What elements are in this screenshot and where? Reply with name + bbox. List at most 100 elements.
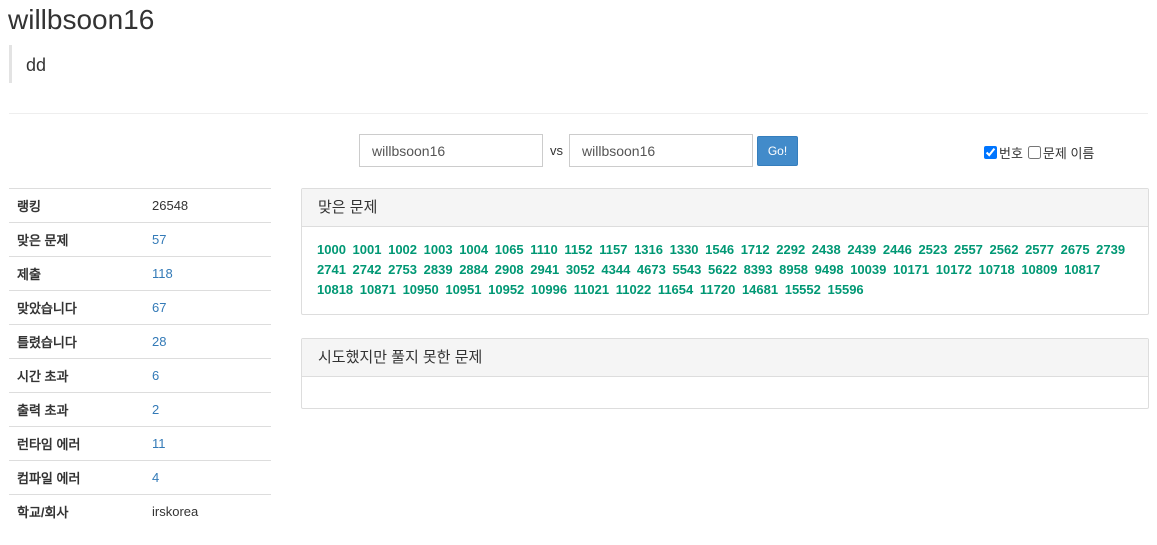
vs-label: vs [550,143,563,158]
compare-left-input[interactable] [359,134,543,167]
problem-link[interactable]: 10718 [979,262,1015,277]
failed-problem-list [302,377,1148,408]
stats-row: 출력 초과 2 [9,392,271,427]
stats-value: 26548 [144,188,271,223]
stats-value[interactable]: 11 [144,426,271,461]
failed-problems-panel: 시도했지만 풀지 못한 문제 [301,338,1149,409]
solved-problem-list: 1000 1001 1002 1003 1004 1065 1110 1152 … [302,227,1148,314]
stats-row: 컴파일 에러 4 [9,460,271,495]
problem-link[interactable]: 2753 [388,262,417,277]
problem-link[interactable]: 2446 [883,242,912,257]
number-option-label: 번호 [999,146,1023,161]
problem-link[interactable]: 2884 [459,262,488,277]
divider [9,113,1148,114]
problem-link[interactable]: 2577 [1025,242,1054,257]
problem-link[interactable]: 4673 [637,262,666,277]
problem-link[interactable]: 1002 [388,242,417,257]
stats-row: 제출 118 [9,256,271,291]
problem-link[interactable]: 1152 [564,242,592,257]
problem-link[interactable]: 11022 [616,282,651,297]
problem-link[interactable]: 10039 [850,262,886,277]
stats-row: 학교/회사 irskorea [9,494,271,529]
problem-link[interactable]: 2839 [424,262,453,277]
problem-link[interactable]: 5622 [708,262,737,277]
problem-link[interactable]: 10818 [317,282,353,297]
name-checkbox[interactable] [1027,146,1041,159]
status-message: dd [9,45,309,83]
problem-link[interactable]: 10952 [488,282,524,297]
problem-link[interactable]: 2908 [495,262,524,277]
solved-panel-title: 맞은 문제 [302,189,1148,227]
problem-link[interactable]: 11720 [700,282,735,297]
problem-link[interactable]: 8393 [744,262,773,277]
problem-link[interactable]: 4344 [601,262,630,277]
problem-link[interactable]: 2438 [812,242,841,257]
problem-link[interactable]: 2292 [776,242,805,257]
problem-link[interactable]: 2557 [954,242,983,257]
go-button[interactable]: Go! [757,136,798,166]
stats-row: 랭킹 26548 [9,188,271,223]
number-checkbox[interactable] [984,146,997,159]
problem-link[interactable]: 1110 [530,242,558,257]
problem-link[interactable]: 1001 [353,242,382,257]
problem-link[interactable]: 2439 [847,242,876,257]
compare-right-input[interactable] [569,134,753,167]
problem-link[interactable]: 1316 [634,242,663,257]
stats-value: irskorea [144,494,271,529]
problem-link[interactable]: 15596 [828,282,864,297]
stats-value[interactable]: 57 [144,222,271,257]
stats-key: 랭킹 [9,188,144,223]
stats-key: 런타임 에러 [9,426,144,461]
problem-link[interactable]: 1004 [459,242,488,257]
problem-link[interactable]: 1003 [424,242,453,257]
problem-link[interactable]: 11021 [574,282,609,297]
stats-value[interactable]: 2 [144,392,271,427]
problem-link[interactable]: 2523 [918,242,947,257]
problem-link[interactable]: 10871 [360,282,396,297]
stats-key: 출력 초과 [9,392,144,427]
problem-link[interactable]: 1712 [741,242,770,257]
problem-link[interactable]: 14681 [742,282,778,297]
number-option[interactable]: 번호 [984,143,1023,162]
stats-row: 맞았습니다 67 [9,290,271,325]
stats-key: 컴파일 에러 [9,460,144,495]
problem-link[interactable]: 10951 [445,282,481,297]
problem-link[interactable]: 2941 [530,262,559,277]
problem-link[interactable]: 10996 [531,282,567,297]
problem-link[interactable]: 2675 [1061,242,1090,257]
problem-link[interactable]: 1000 [317,242,346,257]
stats-key: 학교/회사 [9,494,144,529]
problem-link[interactable]: 11654 [658,282,693,297]
problem-link[interactable]: 10817 [1064,262,1100,277]
stats-key: 맞았습니다 [9,290,144,325]
problem-link[interactable]: 8958 [779,262,808,277]
stats-row: 런타임 에러 11 [9,426,271,461]
stats-value[interactable]: 28 [144,324,271,359]
problem-link[interactable]: 1330 [670,242,699,257]
problem-link[interactable]: 10950 [403,282,439,297]
stats-value[interactable]: 4 [144,460,271,495]
name-option-label: 문제 이름 [1042,146,1095,161]
problem-link[interactable]: 2562 [990,242,1019,257]
problem-link[interactable]: 10171 [893,262,929,277]
solved-problems-panel: 맞은 문제 1000 1001 1002 1003 1004 1065 1110… [301,188,1149,315]
stats-row: 틀렸습니다 28 [9,324,271,359]
problem-link[interactable]: 10172 [936,262,972,277]
problem-link[interactable]: 9498 [815,262,844,277]
problem-link[interactable]: 2739 [1096,242,1125,257]
stats-value[interactable]: 118 [144,256,271,291]
stats-row: 시간 초과 6 [9,358,271,393]
problem-link[interactable]: 1065 [495,242,524,257]
problem-link[interactable]: 1157 [599,242,627,257]
stats-value[interactable]: 6 [144,358,271,393]
problem-link[interactable]: 15552 [785,282,821,297]
display-options: 번호 문제 이름 [984,143,1097,162]
problem-link[interactable]: 2742 [353,262,382,277]
stats-value[interactable]: 67 [144,290,271,325]
problem-link[interactable]: 3052 [566,262,595,277]
name-option[interactable]: 문제 이름 [1027,143,1095,162]
problem-link[interactable]: 2741 [317,262,346,277]
problem-link[interactable]: 10809 [1021,262,1057,277]
problem-link[interactable]: 5543 [672,262,701,277]
problem-link[interactable]: 1546 [705,242,734,257]
